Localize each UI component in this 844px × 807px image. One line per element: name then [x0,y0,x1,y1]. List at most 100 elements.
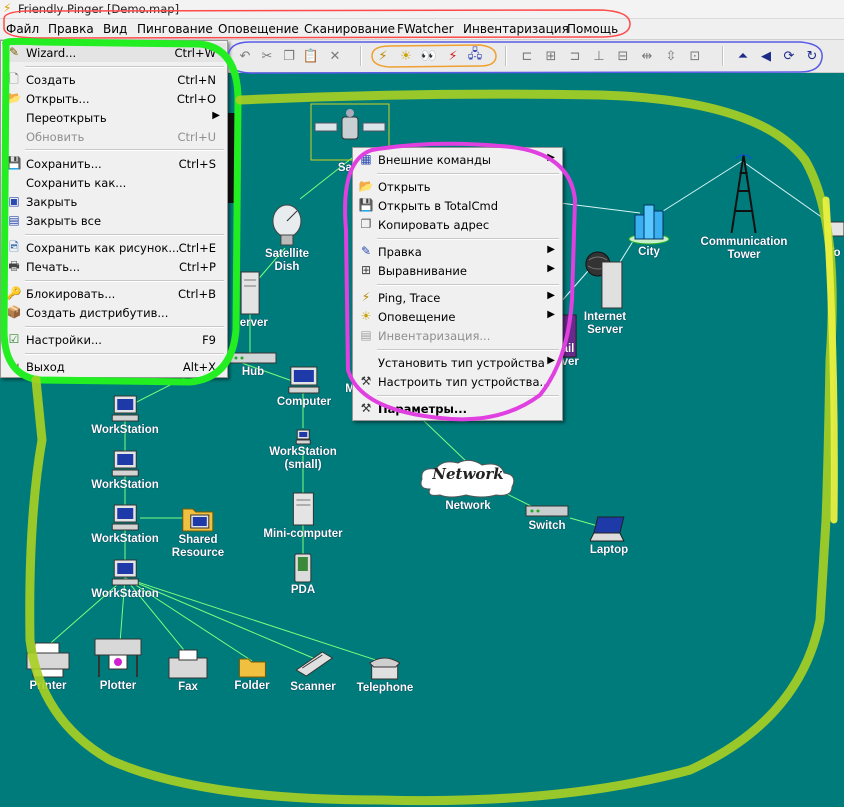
flip-up-icon[interactable]: ⏶ [734,47,752,65]
ctx-parameters[interactable]: ⚒ Параметры... [354,399,561,418]
map-node-workstation-1[interactable]: WorkStation [91,395,159,437]
delete-icon[interactable]: ✕ [326,47,344,65]
file-menu-save[interactable]: 💾 Сохранить... Ctrl+S [2,154,226,173]
ctx-open[interactable]: 📂 Открыть [354,177,561,196]
map-node-laptop[interactable]: Laptop [590,515,628,557]
map-node-server[interactable]: Server [232,270,268,330]
map-node-workstation-small[interactable]: WorkStation (small) [269,429,337,472]
ctx-open-totalcmd[interactable]: 💾 Открыть в TotalCmd [354,196,561,215]
ctx-set-device-type[interactable]: Установить тип устройства ▶ [354,353,561,372]
ctx-configure-device-type[interactable]: ⚒ Настроить тип устройства... [354,372,561,391]
map-node-hub[interactable]: Hub [228,351,278,379]
menu-edit[interactable]: Правка [48,22,94,36]
map-node-workstation-4[interactable]: WorkStation [91,559,159,601]
ctx-external-commands[interactable]: ▦ Внешние команды ▶ [354,150,561,169]
app-lightning-icon: ⚡ [3,1,12,15]
distribute-vertical-icon[interactable]: ⇳ [662,47,680,65]
menu-inventory[interactable]: Инвентаризация [463,22,569,36]
map-node-pda[interactable]: PDA [291,553,315,597]
map-node-tower-partial[interactable]: To [822,216,844,260]
map-node-workstation-3[interactable]: WorkStation [91,504,159,546]
node-label: WorkStation [91,533,159,545]
menu-scanning[interactable]: Сканирование [304,22,395,36]
submenu-arrow-icon: ▶ [547,244,555,255]
satellite-dish-icon [272,204,302,246]
map-node-internet-server[interactable]: Internet Server [584,248,626,337]
file-menu-open[interactable]: 📂 Открыть... Ctrl+O [2,89,226,108]
undo-icon[interactable]: ↶ [236,47,254,65]
file-menu-save-as-image[interactable]: 🖻 Сохранить как рисунок... Ctrl+E [2,238,226,257]
file-menu-close[interactable]: ▣ Закрыть [2,192,226,211]
map-node-telephone[interactable]: Telephone [357,655,413,695]
refresh-icon[interactable]: ↻ [803,47,821,65]
internet-server-icon [585,251,623,309]
ctx-copy-address[interactable]: ❐ Копировать адрес [354,215,561,234]
file-menu-lock[interactable]: 🔑 Блокировать... Ctrl+B [2,284,226,303]
file-menu-new[interactable]: 🗋 Создать Ctrl+N [2,70,226,89]
menu-file[interactable]: Файл [6,22,39,36]
exit-icon: ⇥ [8,359,20,373]
file-menu-print[interactable]: 🖶 Печать... Ctrl+P [2,257,226,276]
align-bottom-icon[interactable]: ⊥ [590,47,608,65]
fax-icon [168,649,208,679]
binoculars-icon[interactable]: 👀 [420,47,438,65]
file-menu-wizard[interactable]: ✎ Wizard... Ctrl+W [2,43,226,62]
package-icon: 📦 [6,305,22,319]
ctx-alerts[interactable]: ☀ Оповещение ▶ [354,307,561,326]
file-menu-refresh[interactable]: Обновить Ctrl+U [2,127,226,146]
menu-help[interactable]: Помощь [567,22,618,36]
map-node-communication-tower[interactable]: Communication Tower [701,151,787,262]
lightning-stop-icon[interactable]: ⚡ [444,47,462,65]
pda-icon [294,553,312,583]
paste-icon[interactable]: 📋 [302,47,320,65]
file-menu-create-distribution[interactable]: 📦 Создать дистрибутив... [2,303,226,322]
external-commands-icon: ▦ [360,152,372,166]
align-center-icon[interactable]: ⊞ [542,47,560,65]
ctx-inventory[interactable]: ▤ Инвентаризация... [354,326,561,345]
align-right-icon[interactable]: ⊐ [566,47,584,65]
flip-left-icon[interactable]: ◀ [757,47,775,65]
map-node-computer[interactable]: Computer [277,365,331,409]
map-node-switch[interactable]: Switch [524,503,570,533]
file-menu-close-all[interactable]: ▤ Закрыть все [2,211,226,230]
file-menu-settings[interactable]: ☑ Настройки... F9 [2,330,226,349]
cut-icon[interactable]: ✂ [258,47,276,65]
ctx-align[interactable]: ⊞ Выравнивание ▶ [354,261,561,280]
map-node-mini-computer[interactable]: Mini-computer [263,491,343,541]
copy-icon[interactable]: ❐ [280,47,298,65]
menu-alerts[interactable]: Оповещение [218,22,299,36]
map-node-satellite-dish[interactable]: Satellite Dish [265,203,309,274]
distribute-horizontal-icon[interactable]: ⇹ [638,47,656,65]
printer-icon [26,642,70,678]
file-menu-reopen[interactable]: Переоткрыть ▶ [2,108,226,127]
ping-lightning-icon[interactable]: ⚡ [374,47,392,65]
node-label: Server [232,317,268,329]
menu-fwatcher[interactable]: FWatcher [397,22,454,36]
hub-icon [229,352,277,364]
menu-pinging[interactable]: Пингование [137,22,213,36]
menu-view[interactable]: Вид [103,22,127,36]
map-node-city[interactable]: City [627,201,671,259]
map-node-folder[interactable]: Folder [234,653,270,693]
network-scan-icon[interactable]: 🖧 [466,47,484,65]
lock-key-icon: 🔑 [6,286,22,300]
file-menu-exit[interactable]: ⇥ Выход Alt+X [2,357,226,376]
ctx-edit[interactable]: ✎ Правка ▶ [354,242,561,261]
map-node-scanner[interactable]: Scanner [290,648,336,694]
align-left-icon[interactable]: ⊏ [518,47,536,65]
map-node-printer[interactable]: Printer [25,641,71,693]
align-middle-icon[interactable]: ⊟ [614,47,632,65]
city-buildings-icon [628,204,670,245]
align-grid-icon[interactable]: ⊡ [686,47,704,65]
rotate-icon[interactable]: ⟳ [780,47,798,65]
map-node-workstation-2[interactable]: WorkStation [91,450,159,492]
map-node-fax[interactable]: Fax [167,648,209,694]
ctx-ping-trace[interactable]: ⚡ Ping, Trace ▶ [354,288,561,307]
map-node-plotter[interactable]: Plotter [93,637,143,693]
alert-bulb-icon[interactable]: ☀ [397,47,415,65]
file-menu-save-as[interactable]: Сохранить как... [2,173,226,192]
folder-icon [238,658,266,678]
submenu-arrow-icon: ▶ [212,110,220,121]
map-node-network-cloud[interactable]: Network Network [416,459,520,513]
map-node-shared-resource[interactable]: Shared Resource [172,503,224,560]
